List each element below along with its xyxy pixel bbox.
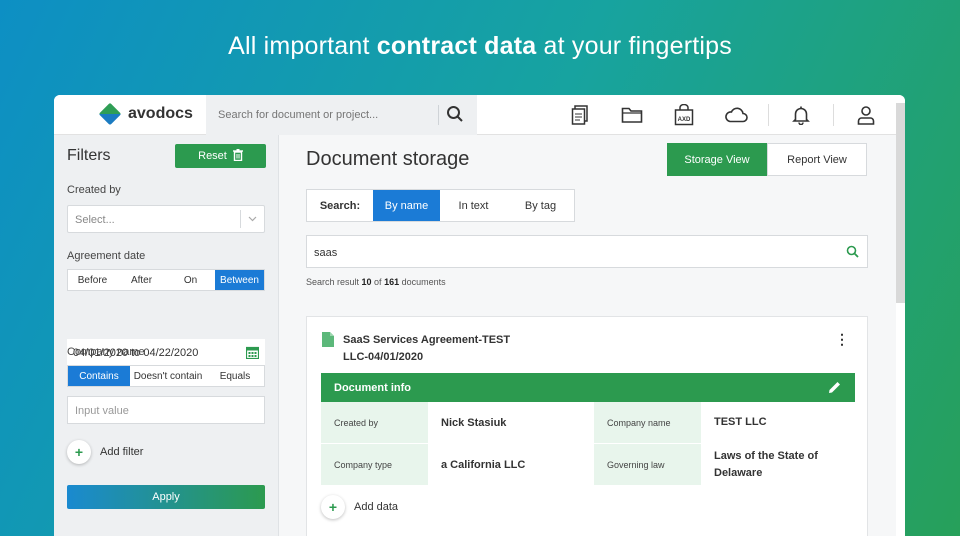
document-title[interactable]: SaaS Services Agreement-TEST LLC-04/01/2…	[343, 332, 523, 366]
main-panel: Document storage Storage View Report Vie…	[279, 135, 896, 536]
search-icon[interactable]	[846, 245, 859, 261]
filters-title: Filters	[67, 147, 111, 164]
document-icon	[322, 332, 334, 352]
documents-icon[interactable]	[554, 103, 606, 127]
user-icon[interactable]	[840, 103, 892, 127]
logo-text: avodocs	[128, 105, 193, 122]
created-by-label: Created by	[67, 184, 121, 196]
headline-bold: contract data	[376, 32, 537, 60]
field-value: TEST LLC	[714, 416, 767, 428]
cloud-icon[interactable]	[710, 103, 762, 127]
field-label: Created by	[321, 402, 428, 443]
created-by-placeholder: Select...	[75, 214, 115, 226]
reset-label: Reset	[198, 150, 227, 162]
headline: All important contract data at your fing…	[0, 32, 960, 61]
icon-divider	[833, 104, 834, 126]
scrollbar[interactable]	[896, 103, 905, 303]
document-card: SaaS Services Agreement-TEST LLC-04/01/2…	[306, 316, 868, 536]
search-mode-by-name[interactable]: By name	[373, 190, 440, 221]
app-window: avodocs AXD	[54, 95, 905, 536]
company-name-label: Company name	[67, 346, 145, 358]
field-label: Governing law	[594, 444, 701, 485]
global-search-input[interactable]	[206, 95, 426, 135]
apply-button[interactable]: Apply	[67, 485, 265, 509]
created-by-select[interactable]: Select...	[67, 205, 265, 233]
top-icons: AXD	[554, 103, 892, 127]
agreement-date-label: Agreement date	[67, 250, 146, 262]
add-data-button[interactable]: + Add data	[321, 495, 398, 519]
axd-bag-icon[interactable]: AXD	[658, 103, 710, 127]
info-row: Created by Nick Stasiuk Company name TES…	[321, 402, 855, 444]
result-shown: 10	[361, 277, 372, 287]
company-mode-toggle: Contains Doesn't contain Equals	[67, 365, 265, 387]
report-view-button[interactable]: Report View	[767, 143, 867, 176]
search-icon[interactable]	[446, 105, 466, 125]
more-options-icon[interactable]: ⋮	[835, 331, 849, 348]
document-info-header: Document info	[321, 373, 855, 402]
chevron-down-icon	[240, 210, 264, 228]
document-info-grid: Created by Nick Stasiuk Company name TES…	[321, 402, 855, 486]
document-search-value: saas	[314, 247, 338, 259]
add-filter-button[interactable]: + Add filter	[67, 440, 143, 464]
top-bar: avodocs AXD	[54, 95, 905, 135]
add-data-label: Add data	[354, 501, 399, 513]
field-label: Company type	[321, 444, 428, 485]
search-mode-by-tag[interactable]: By tag	[507, 190, 574, 221]
search-mode-in-text[interactable]: In text	[440, 190, 507, 221]
search-mode-label: Search:	[319, 199, 361, 212]
date-mode-after[interactable]: After	[117, 270, 166, 290]
result-total: 161	[384, 277, 400, 287]
folder-icon[interactable]	[606, 103, 658, 127]
document-info-title: Document info	[334, 382, 411, 394]
info-row: Company type a California LLC Governing …	[321, 444, 855, 486]
headline-pre: All important	[228, 32, 377, 60]
trash-icon	[232, 148, 243, 164]
plus-icon: +	[67, 440, 91, 464]
field-value: Nick Stasiuk	[441, 416, 507, 429]
add-filter-label: Add filter	[100, 446, 144, 458]
company-value-placeholder: Input value	[75, 405, 129, 417]
view-toggle: Storage View Report View	[667, 143, 867, 176]
search-divider	[438, 105, 439, 125]
logo-icon	[98, 102, 122, 126]
date-mode-toggle: Before After On Between	[67, 269, 265, 291]
calendar-icon[interactable]	[245, 346, 260, 362]
search-mode-toggle: Search: By name In text By tag	[306, 189, 575, 222]
plus-icon: +	[321, 495, 345, 519]
result-suffix: documents	[399, 277, 446, 287]
date-mode-on[interactable]: On	[166, 270, 215, 290]
storage-view-button[interactable]: Storage View	[667, 143, 767, 176]
global-search	[206, 95, 477, 135]
field-value: a California LLC	[441, 458, 526, 471]
document-search-input[interactable]: saas	[306, 235, 868, 268]
search-result-count: Search result 10 of 161 documents	[306, 277, 446, 287]
reset-button[interactable]: Reset	[175, 144, 266, 168]
result-prefix: Search result	[306, 277, 362, 287]
headline-post: at your fingertips	[536, 32, 732, 60]
field-label: Company name	[594, 402, 701, 443]
result-mid: of	[371, 277, 385, 287]
date-mode-between[interactable]: Between	[215, 270, 264, 290]
company-value-input[interactable]: Input value	[67, 396, 265, 424]
page-title: Document storage	[306, 148, 470, 170]
icon-divider	[768, 104, 769, 126]
pencil-icon[interactable]	[828, 381, 841, 397]
field-value: Laws of the State of Delaware	[714, 449, 818, 479]
apply-label: Apply	[152, 491, 180, 503]
company-mode-equals[interactable]: Equals	[206, 366, 264, 386]
filters-sidebar: Filters Reset Created by Select... Agree…	[54, 135, 279, 536]
svg-text:AXD: AXD	[678, 117, 691, 123]
company-mode-doesnt-contain[interactable]: Doesn't contain	[130, 366, 206, 386]
date-mode-before[interactable]: Before	[68, 270, 117, 290]
logo[interactable]: avodocs	[98, 102, 193, 126]
company-mode-contains[interactable]: Contains	[68, 366, 130, 386]
bell-icon[interactable]	[775, 103, 827, 127]
